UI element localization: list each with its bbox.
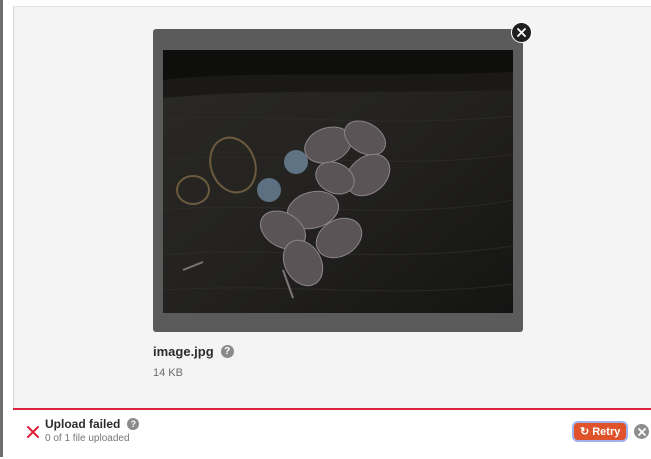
window-edge <box>0 0 3 457</box>
close-icon <box>637 427 646 436</box>
x-icon <box>27 426 39 438</box>
file-size: 14 KB <box>153 367 183 379</box>
file-thumbnail <box>163 50 513 313</box>
upload-status-bar: Upload failed ? 0 of 1 file uploaded ↻ R… <box>13 408 651 459</box>
status-title-row: Upload failed ? <box>45 417 140 431</box>
panel-header-strip <box>13 0 651 7</box>
close-icon <box>517 28 526 37</box>
file-name-row: image.jpg ? <box>153 344 234 359</box>
remove-file-button[interactable] <box>511 22 532 43</box>
file-name: image.jpg <box>153 344 214 359</box>
retry-button[interactable]: ↻ Retry <box>574 423 627 440</box>
uploader-window: image.jpg ? 14 KB Upload failed ? 0 of 1… <box>0 0 651 459</box>
retry-label: Retry <box>592 425 621 438</box>
help-icon[interactable]: ? <box>127 418 140 430</box>
status-title: Upload failed <box>45 417 121 431</box>
refresh-icon: ↻ <box>580 426 590 438</box>
file-preview-card[interactable] <box>153 29 523 332</box>
status-subtitle: 0 of 1 file uploaded <box>45 433 130 444</box>
help-icon[interactable]: ? <box>220 345 234 358</box>
cancel-upload-button[interactable] <box>634 424 649 439</box>
